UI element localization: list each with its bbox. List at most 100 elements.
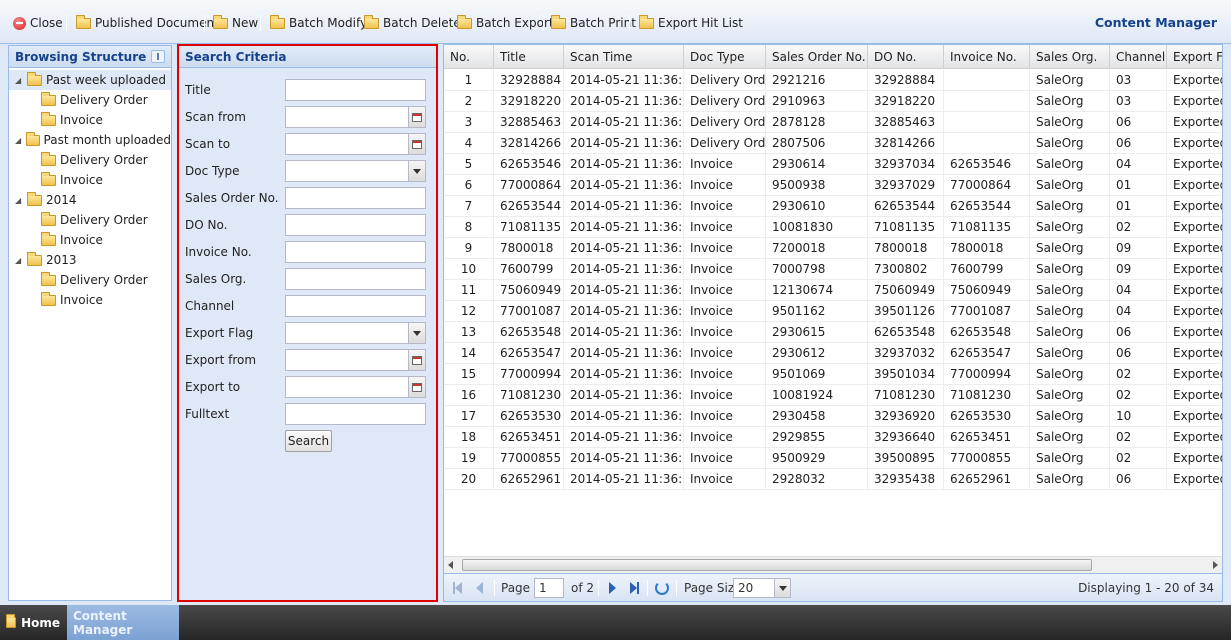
first-page-icon[interactable] <box>453 582 462 594</box>
table-row[interactable]: 13626535482014-05-21 11:36:10Invoice2930… <box>444 322 1222 343</box>
table-row[interactable]: 12770010872014-05-21 11:36:10Invoice9501… <box>444 301 1222 322</box>
taskbar-home[interactable]: Home <box>0 605 66 640</box>
tree-leaf-delivery-order[interactable]: Delivery Order <box>9 150 171 170</box>
invoice-no-input[interactable] <box>285 241 426 263</box>
previous-page-icon[interactable] <box>476 582 483 594</box>
table-row[interactable]: 15770009942014-05-21 11:36:10Invoice9501… <box>444 364 1222 385</box>
collapse-arrow-icon[interactable]: ◢ <box>15 76 23 85</box>
export-to-date-picker[interactable] <box>408 376 426 398</box>
table-row[interactable]: 5626535462014-05-21 11:36:10Invoice29306… <box>444 154 1222 175</box>
batch-export-button[interactable]: Batch Export <box>457 14 554 32</box>
last-page-icon[interactable] <box>630 582 639 594</box>
cell-export-flag: Exported <box>1167 301 1222 321</box>
column-header-title[interactable]: Title <box>494 45 564 69</box>
table-row[interactable]: 4328142662014-05-21 11:36:17Delivery Ord… <box>444 133 1222 154</box>
fulltext-input[interactable] <box>285 403 426 425</box>
cell-scan-time: 2014-05-21 11:36:10 <box>564 322 684 342</box>
column-header-channel[interactable]: Channel <box>1110 45 1167 69</box>
column-header-sales-org[interactable]: Sales Org. <box>1030 45 1110 69</box>
table-row[interactable]: 978000182014-05-21 11:36:10Invoice720001… <box>444 238 1222 259</box>
collapse-arrow-icon[interactable]: ◢ <box>15 196 23 205</box>
tree-node-2014[interactable]: ◢ 2014 <box>9 190 171 210</box>
column-header-sales-order[interactable]: Sales Order No. <box>766 45 868 69</box>
tree-leaf-invoice[interactable]: Invoice <box>9 290 171 310</box>
scroll-right-icon[interactable] <box>1213 561 1218 569</box>
batch-print-button[interactable]: Batch Print <box>551 14 636 32</box>
refresh-button[interactable] <box>655 574 669 601</box>
table-row[interactable]: 20626529612014-05-21 11:36:22Invoice2928… <box>444 469 1222 490</box>
tree-leaf-invoice[interactable]: Invoice <box>9 230 171 250</box>
doc-type-dropdown[interactable] <box>408 160 426 182</box>
scan-to-date-picker[interactable] <box>408 133 426 155</box>
chevron-down-icon[interactable] <box>774 579 790 597</box>
horizontal-scrollbar[interactable] <box>444 556 1222 573</box>
scan-from-input[interactable] <box>285 106 426 128</box>
next-page-icon[interactable] <box>609 582 616 594</box>
table-row[interactable]: 1329288842014-05-21 11:36:17Delivery Ord… <box>444 70 1222 91</box>
column-header-do-no[interactable]: DO No. <box>868 45 944 69</box>
table-row[interactable]: 1076007992014-05-21 11:36:10Invoice70007… <box>444 259 1222 280</box>
table-row[interactable]: 14626535472014-05-21 11:36:10Invoice2930… <box>444 343 1222 364</box>
batch-delete-button[interactable]: Batch Delete <box>364 14 461 32</box>
export-hit-list-button[interactable]: Export Hit List <box>639 14 743 32</box>
export-from-date-picker[interactable] <box>408 349 426 371</box>
folder-icon <box>41 291 56 306</box>
sales-org-input[interactable] <box>285 268 426 290</box>
collapse-arrow-icon[interactable]: ◢ <box>15 136 22 145</box>
scroll-thumb[interactable] <box>462 559 1092 571</box>
tree-leaf-invoice[interactable]: Invoice <box>9 110 171 130</box>
pin-icon[interactable] <box>151 50 165 63</box>
table-row[interactable]: 18626534512014-05-21 11:36:22Invoice2929… <box>444 427 1222 448</box>
column-header-scan-time[interactable]: Scan Time <box>564 45 684 69</box>
scan-from-date-picker[interactable] <box>408 106 426 128</box>
table-row[interactable]: 16710812302014-05-21 11:36:10Invoice1008… <box>444 385 1222 406</box>
tree-leaf-delivery-order[interactable]: Delivery Order <box>9 270 171 290</box>
close-button[interactable]: Close <box>13 14 63 32</box>
batch-modify-button[interactable]: Batch Modify <box>270 14 367 32</box>
table-row[interactable]: 7626535442014-05-21 11:36:10Invoice29306… <box>444 196 1222 217</box>
column-header-doc-type[interactable]: Doc Type <box>684 45 766 69</box>
tree-leaf-invoice[interactable]: Invoice <box>9 170 171 190</box>
column-header-no[interactable]: No. <box>444 45 494 69</box>
table-row[interactable]: 19770008552014-05-21 11:36:22Invoice9500… <box>444 448 1222 469</box>
cell-title: 62653547 <box>494 343 564 363</box>
cell-title: 71081135 <box>494 217 564 237</box>
channel-input[interactable] <box>285 295 426 317</box>
cell-channel: 01 <box>1110 175 1167 195</box>
table-row[interactable]: 2329182202014-05-21 11:36:17Delivery Ord… <box>444 91 1222 112</box>
tree-node-past-month[interactable]: ◢ Past month uploaded <box>9 130 171 150</box>
cell-scan-time: 2014-05-21 11:36:10 <box>564 364 684 384</box>
do-no-input[interactable] <box>285 214 426 236</box>
sales-order-input[interactable] <box>285 187 426 209</box>
tree-leaf-delivery-order[interactable]: Delivery Order <box>9 210 171 230</box>
published-documents-button[interactable]: Published Documents <box>76 14 225 32</box>
cell-sales-order: 9501069 <box>766 364 868 384</box>
scroll-left-icon[interactable] <box>448 561 453 569</box>
collapse-arrow-icon[interactable]: ◢ <box>15 256 23 265</box>
page-number-input[interactable]: 1 <box>534 578 564 598</box>
column-header-export-flag[interactable]: Export Flag <box>1167 45 1222 69</box>
tree-leaf-delivery-order[interactable]: Delivery Order <box>9 90 171 110</box>
search-button[interactable]: Search <box>285 430 332 452</box>
title-input[interactable] <box>285 79 426 101</box>
table-row[interactable]: 8710811352014-05-21 11:36:10Invoice10081… <box>444 217 1222 238</box>
tree-node-past-week[interactable]: ◢ Past week uploaded <box>9 70 171 90</box>
taskbar-content-manager[interactable]: Content Manager <box>67 605 179 640</box>
new-button[interactable]: New <box>213 14 258 32</box>
scan-to-input[interactable] <box>285 133 426 155</box>
table-row[interactable]: 11750609492014-05-21 11:36:10Invoice1213… <box>444 280 1222 301</box>
export-flag-select[interactable] <box>285 322 426 344</box>
table-row[interactable]: 17626535302014-05-21 11:36:10Invoice2930… <box>444 406 1222 427</box>
page-size-select[interactable]: 20 <box>733 578 791 598</box>
table-row[interactable]: 6770008642014-05-21 11:36:10Invoice95009… <box>444 175 1222 196</box>
column-header-invoice-no[interactable]: Invoice No. <box>944 45 1030 69</box>
toolbar-separator <box>356 15 357 31</box>
export-from-input[interactable] <box>285 349 426 371</box>
cell-invoice-no: 77001087 <box>944 301 1030 321</box>
export-to-input[interactable] <box>285 376 426 398</box>
tree-node-2013[interactable]: ◢ 2013 <box>9 250 171 270</box>
doc-type-select[interactable] <box>285 160 426 182</box>
table-row[interactable]: 3328854632014-05-21 11:36:17Delivery Ord… <box>444 112 1222 133</box>
toolbar: Close Published Documents New Batch Modi… <box>0 0 1231 44</box>
export-flag-dropdown[interactable] <box>408 322 426 344</box>
